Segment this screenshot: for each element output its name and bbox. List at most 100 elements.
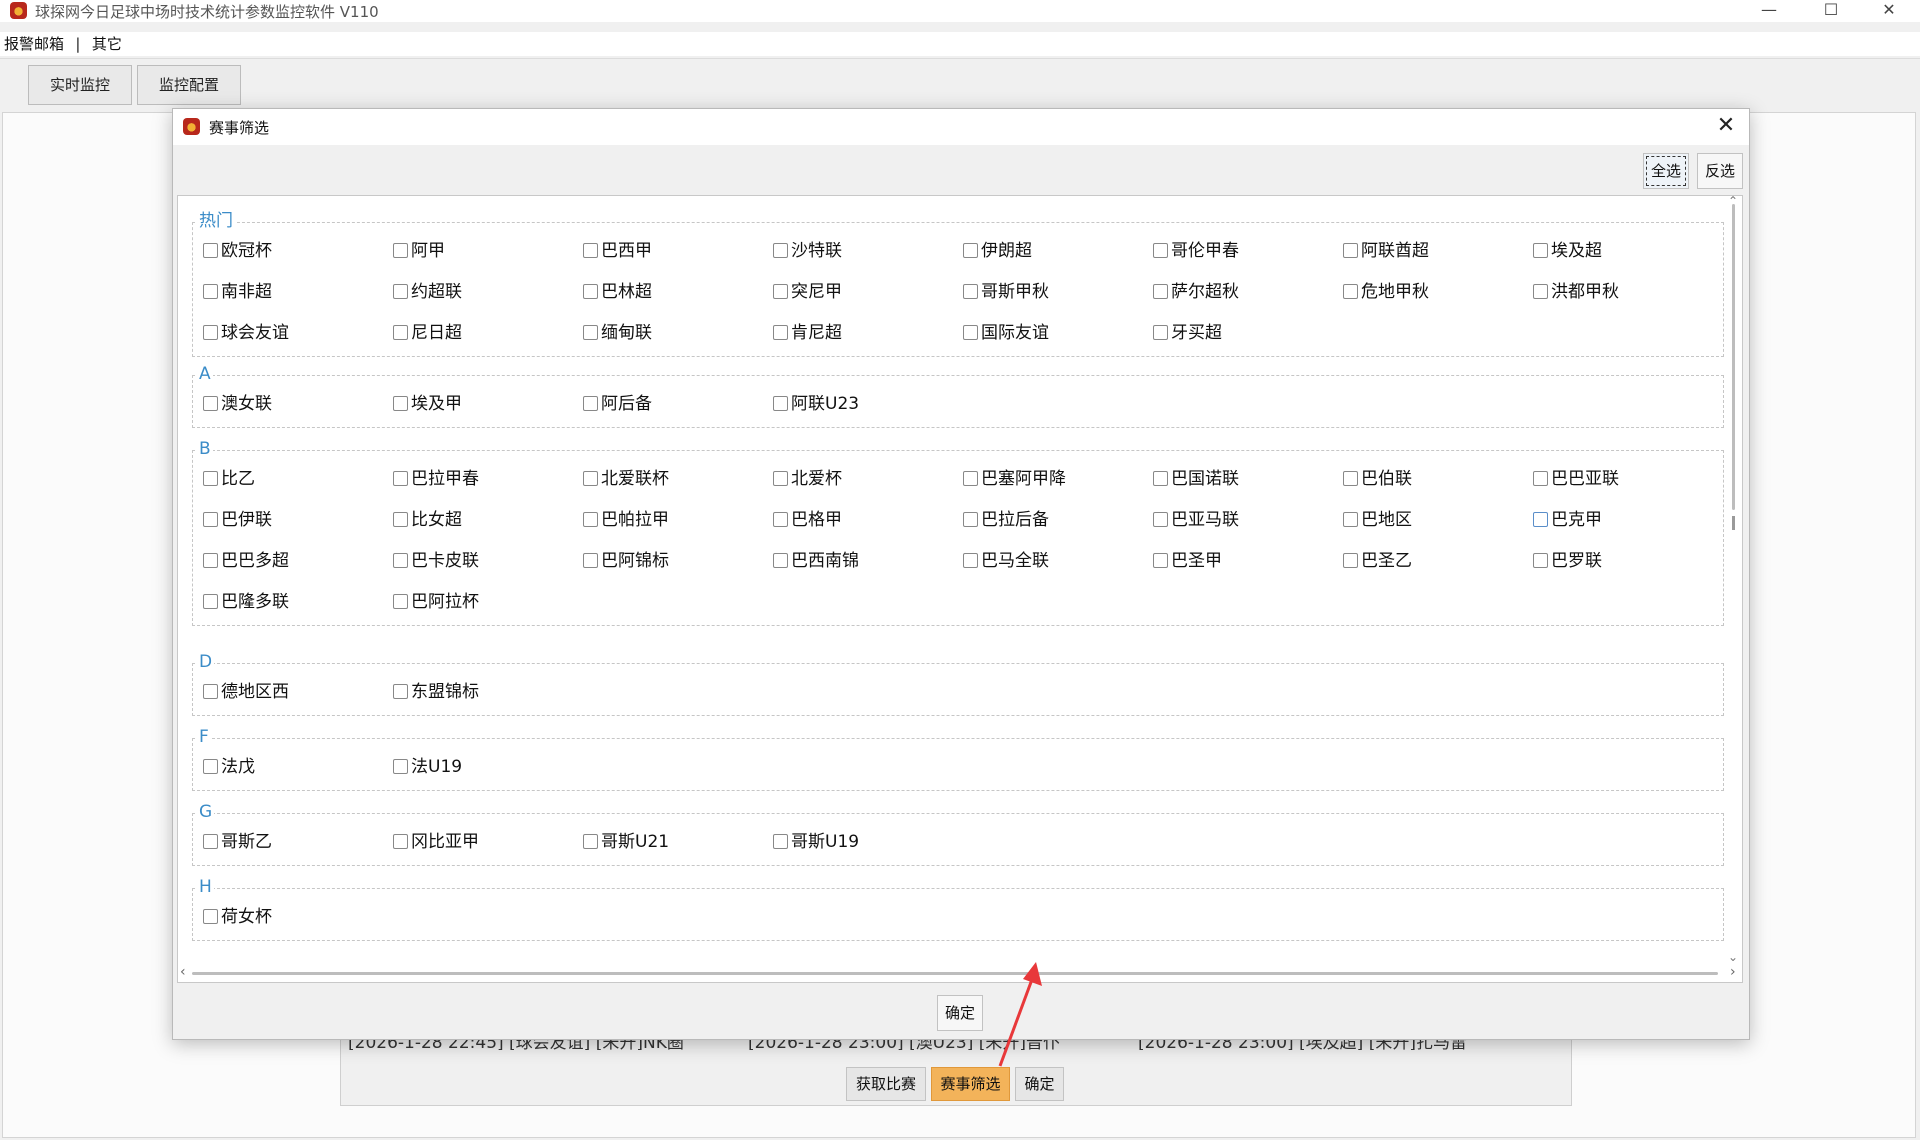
checkbox-icon[interactable] (963, 325, 978, 340)
league-checkbox[interactable]: 巴圣甲 (1153, 551, 1222, 571)
league-checkbox[interactable]: 阿联U23 (773, 394, 859, 414)
league-checkbox[interactable]: 比女超 (393, 510, 462, 530)
league-checkbox[interactable]: 球会友谊 (203, 323, 289, 343)
scroll-right-icon[interactable]: › (1730, 964, 1736, 980)
checkbox-icon[interactable] (773, 471, 788, 486)
checkbox-icon[interactable] (1343, 243, 1358, 258)
checkbox-icon[interactable] (393, 471, 408, 486)
horizontal-scrollbar[interactable]: ‹ › (178, 964, 1742, 982)
checkbox-icon[interactable] (203, 553, 218, 568)
checkbox-icon[interactable] (1533, 553, 1548, 568)
checkbox-icon[interactable] (203, 684, 218, 699)
league-checkbox[interactable]: 洪都甲秋 (1533, 282, 1619, 302)
league-checkbox[interactable]: 法U19 (393, 757, 462, 777)
league-checkbox[interactable]: 巴帕拉甲 (583, 510, 669, 530)
league-checkbox[interactable]: 巴巴多超 (203, 551, 289, 571)
checkbox-icon[interactable] (583, 471, 598, 486)
league-checkbox[interactable]: 巴亚马联 (1153, 510, 1239, 530)
league-checkbox[interactable]: 突尼甲 (773, 282, 842, 302)
league-checkbox[interactable]: 埃及超 (1533, 241, 1602, 261)
dialog-ok-button[interactable]: 确定 (937, 995, 983, 1031)
checkbox-icon[interactable] (1343, 512, 1358, 527)
minimize-button[interactable]: — (1746, 0, 1792, 22)
checkbox-icon[interactable] (393, 759, 408, 774)
league-checkbox[interactable]: 伊朗超 (963, 241, 1032, 261)
league-checkbox[interactable]: 澳女联 (203, 394, 272, 414)
league-checkbox[interactable]: 埃及甲 (393, 394, 462, 414)
checkbox-icon[interactable] (203, 759, 218, 774)
scroll-left-icon[interactable]: ‹ (180, 964, 186, 980)
menu-other[interactable]: 其它 (92, 32, 122, 56)
checkbox-icon[interactable] (583, 396, 598, 411)
league-checkbox[interactable]: 哥斯U21 (583, 832, 669, 852)
league-checkbox[interactable]: 巴格甲 (773, 510, 842, 530)
checkbox-icon[interactable] (393, 243, 408, 258)
checkbox-icon[interactable] (393, 834, 408, 849)
league-checkbox[interactable]: 南非超 (203, 282, 272, 302)
checkbox-icon[interactable] (583, 325, 598, 340)
league-checkbox[interactable]: 危地甲秋 (1343, 282, 1429, 302)
league-checkbox[interactable]: 沙特联 (773, 241, 842, 261)
checkbox-icon[interactable] (1153, 553, 1168, 568)
league-checkbox[interactable]: 阿甲 (393, 241, 445, 261)
panel-ok-button[interactable]: 确定 (1015, 1067, 1064, 1101)
checkbox-icon[interactable] (393, 325, 408, 340)
league-checkbox[interactable]: 巴克甲 (1533, 510, 1602, 530)
checkbox-icon[interactable] (203, 834, 218, 849)
vertical-scrollbar[interactable]: ⌃ ⌄ (1726, 196, 1742, 966)
league-checkbox[interactable]: 巴马全联 (963, 551, 1049, 571)
checkbox-icon[interactable] (773, 834, 788, 849)
league-checkbox[interactable]: 牙买超 (1153, 323, 1222, 343)
checkbox-icon[interactable] (1153, 284, 1168, 299)
scroll-down-icon[interactable]: ⌄ (1728, 950, 1738, 964)
checkbox-icon[interactable] (393, 284, 408, 299)
league-checkbox[interactable]: 哥斯乙 (203, 832, 272, 852)
checkbox-icon[interactable] (393, 396, 408, 411)
league-checkbox[interactable]: 巴罗联 (1533, 551, 1602, 571)
checkbox-icon[interactable] (203, 243, 218, 258)
league-checkbox[interactable]: 尼日超 (393, 323, 462, 343)
league-checkbox[interactable]: 北爱杯 (773, 469, 842, 489)
tab-monitor-config[interactable]: 监控配置 (137, 65, 241, 105)
league-checkbox[interactable]: 阿联酋超 (1343, 241, 1429, 261)
checkbox-icon[interactable] (203, 325, 218, 340)
league-checkbox[interactable]: 荷女杯 (203, 907, 272, 927)
checkbox-icon[interactable] (1343, 553, 1358, 568)
fetch-matches-button[interactable]: 获取比赛 (846, 1067, 926, 1101)
league-checkbox[interactable]: 巴伊联 (203, 510, 272, 530)
league-checkbox[interactable]: 约超联 (393, 282, 462, 302)
invert-selection-button[interactable]: 反选 (1697, 153, 1743, 189)
checkbox-icon[interactable] (393, 594, 408, 609)
checkbox-icon[interactable] (203, 512, 218, 527)
league-checkbox[interactable]: 德地区西 (203, 682, 289, 702)
league-checkbox[interactable]: 巴阿拉杯 (393, 592, 479, 612)
league-checkbox[interactable]: 缅甸联 (583, 323, 652, 343)
checkbox-icon[interactable] (583, 834, 598, 849)
league-checkbox[interactable]: 比乙 (203, 469, 255, 489)
checkbox-icon[interactable] (203, 471, 218, 486)
league-scroll-area[interactable]: 热门 欧冠杯 阿甲 巴西甲 沙特联 伊朗超 哥伦甲春 阿联酋超 埃及超 南非超 约超联 巴林超 突尼甲哥… (177, 195, 1743, 983)
checkbox-icon[interactable] (393, 512, 408, 527)
checkbox-icon[interactable] (203, 594, 218, 609)
league-checkbox[interactable]: 巴巴亚联 (1533, 469, 1619, 489)
checkbox-icon[interactable] (1153, 243, 1168, 258)
checkbox-icon[interactable] (773, 243, 788, 258)
checkbox-icon[interactable] (393, 553, 408, 568)
checkbox-icon[interactable] (583, 243, 598, 258)
league-checkbox[interactable]: 巴卡皮联 (393, 551, 479, 571)
league-checkbox[interactable]: 巴圣乙 (1343, 551, 1412, 571)
league-checkbox[interactable]: 巴林超 (583, 282, 652, 302)
checkbox-icon[interactable] (203, 396, 218, 411)
league-checkbox[interactable]: 巴塞阿甲降 (963, 469, 1066, 489)
checkbox-icon[interactable] (1343, 471, 1358, 486)
maximize-button[interactable]: ☐ (1808, 0, 1854, 22)
league-checkbox[interactable]: 冈比亚甲 (393, 832, 479, 852)
league-checkbox[interactable]: 欧冠杯 (203, 241, 272, 261)
checkbox-icon[interactable] (393, 684, 408, 699)
league-checkbox[interactable]: 东盟锦标 (393, 682, 479, 702)
checkbox-icon[interactable] (963, 553, 978, 568)
league-checkbox[interactable]: 巴国诺联 (1153, 469, 1239, 489)
tab-realtime-monitor[interactable]: 实时监控 (28, 65, 132, 105)
checkbox-icon[interactable] (583, 512, 598, 527)
horizontal-scroll-thumb[interactable] (192, 972, 1718, 975)
